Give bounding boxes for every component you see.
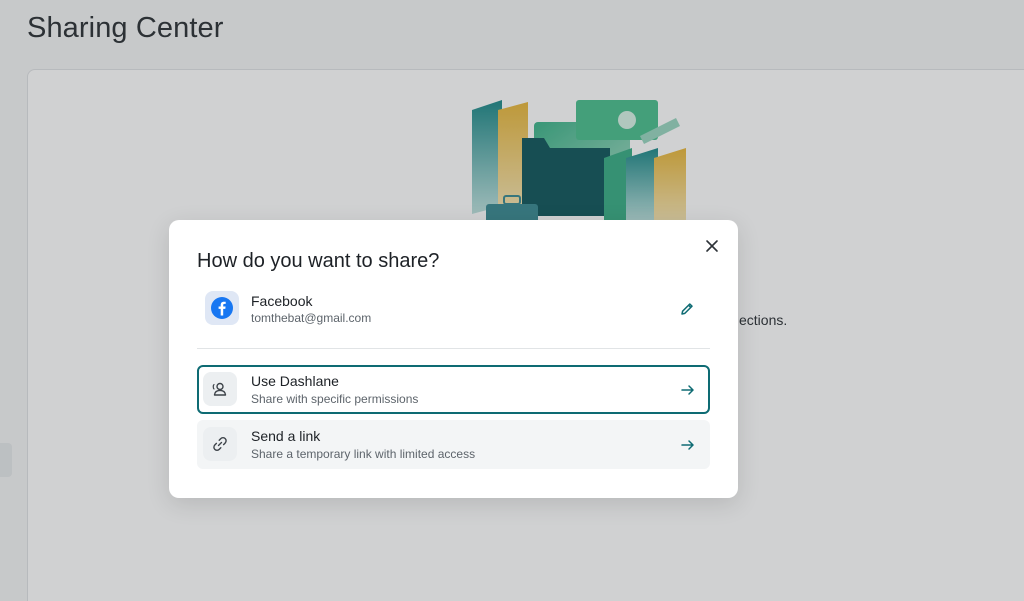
item-email: tomthebat@gmail.com <box>251 311 372 325</box>
use-dashlane-option[interactable]: Use Dashlane Share with specific permiss… <box>197 365 710 414</box>
edit-button[interactable] <box>678 300 696 318</box>
item-name: Facebook <box>251 293 313 309</box>
close-button[interactable] <box>701 235 723 257</box>
arrow-right-icon <box>681 385 694 395</box>
option-subtitle: Share a temporary link with limited acce… <box>251 447 476 461</box>
shared-item-row: Facebook tomthebat@gmail.com <box>197 288 710 332</box>
pencil-icon <box>681 303 693 315</box>
arrow-right-icon <box>681 440 694 450</box>
facebook-icon <box>205 291 239 325</box>
divider <box>197 348 710 349</box>
link-icon <box>203 427 237 461</box>
option-title: Use Dashlane <box>251 373 339 389</box>
option-subtitle: Share with specific permissions <box>251 392 419 406</box>
option-title: Send a link <box>251 428 321 444</box>
dialog-title: How do you want to share? <box>197 250 440 272</box>
user-group-icon <box>203 372 237 406</box>
share-method-dialog: How do you want to share? Facebook tomth… <box>169 220 738 498</box>
send-link-option[interactable]: Send a link Share a temporary link with … <box>197 420 710 469</box>
close-icon <box>706 240 718 252</box>
